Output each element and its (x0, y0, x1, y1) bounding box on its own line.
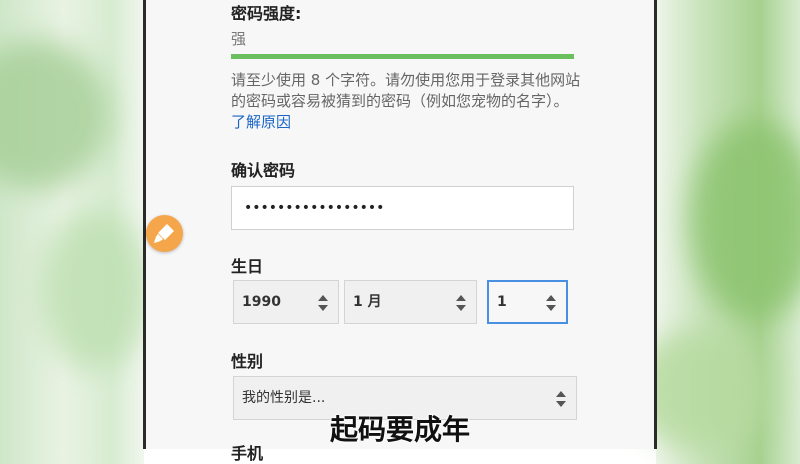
password-strength-label: 密码强度: (231, 4, 302, 23)
password-strength-bar (231, 54, 574, 59)
learn-why-link[interactable]: 了解原因 (231, 113, 291, 131)
up-down-arrows-icon (456, 295, 466, 311)
up-down-arrows-icon (318, 295, 328, 311)
video-caption: 起码要成年 (329, 413, 470, 446)
gender-label: 性别 (231, 352, 264, 371)
confirm-password-field[interactable]: ••••••••••••••••• (231, 186, 574, 230)
birthday-label: 生日 (231, 257, 264, 276)
password-help-text: 请至少使用 8 个字符。请勿使用您用于登录其他网站的密码或容易被猜到的密码（例如… (231, 70, 581, 133)
birthday-month-select[interactable]: 1 月 (344, 280, 477, 324)
background-blob (40, 210, 150, 370)
birthday-year-value: 1990 (242, 294, 281, 310)
background-blob (0, 40, 110, 190)
birthday-month-value: 1 月 (353, 294, 382, 310)
password-strength-value: 强 (231, 30, 247, 48)
brush-icon (154, 224, 174, 243)
gender-placeholder: 我的性别是... (242, 390, 326, 406)
up-down-arrows-icon (546, 295, 556, 311)
password-strength-fill (231, 54, 574, 59)
up-down-arrows-icon (556, 391, 566, 407)
birthday-day-select[interactable]: 1 (487, 280, 568, 324)
birthday-year-select[interactable]: 1990 (233, 280, 339, 324)
password-help-body: 请至少使用 8 个字符。请勿使用您用于登录其他网站的密码或容易被猜到的密码（例如… (231, 71, 581, 110)
background-blob (690, 120, 800, 320)
birthday-day-value: 1 (497, 294, 507, 310)
confirm-password-label: 确认密码 (231, 161, 296, 180)
brush-button[interactable] (146, 215, 183, 252)
phone-screen: 密码强度: 强 请至少使用 8 个字符。请勿使用您用于登录其他网站的密码或容易被… (143, 0, 657, 463)
